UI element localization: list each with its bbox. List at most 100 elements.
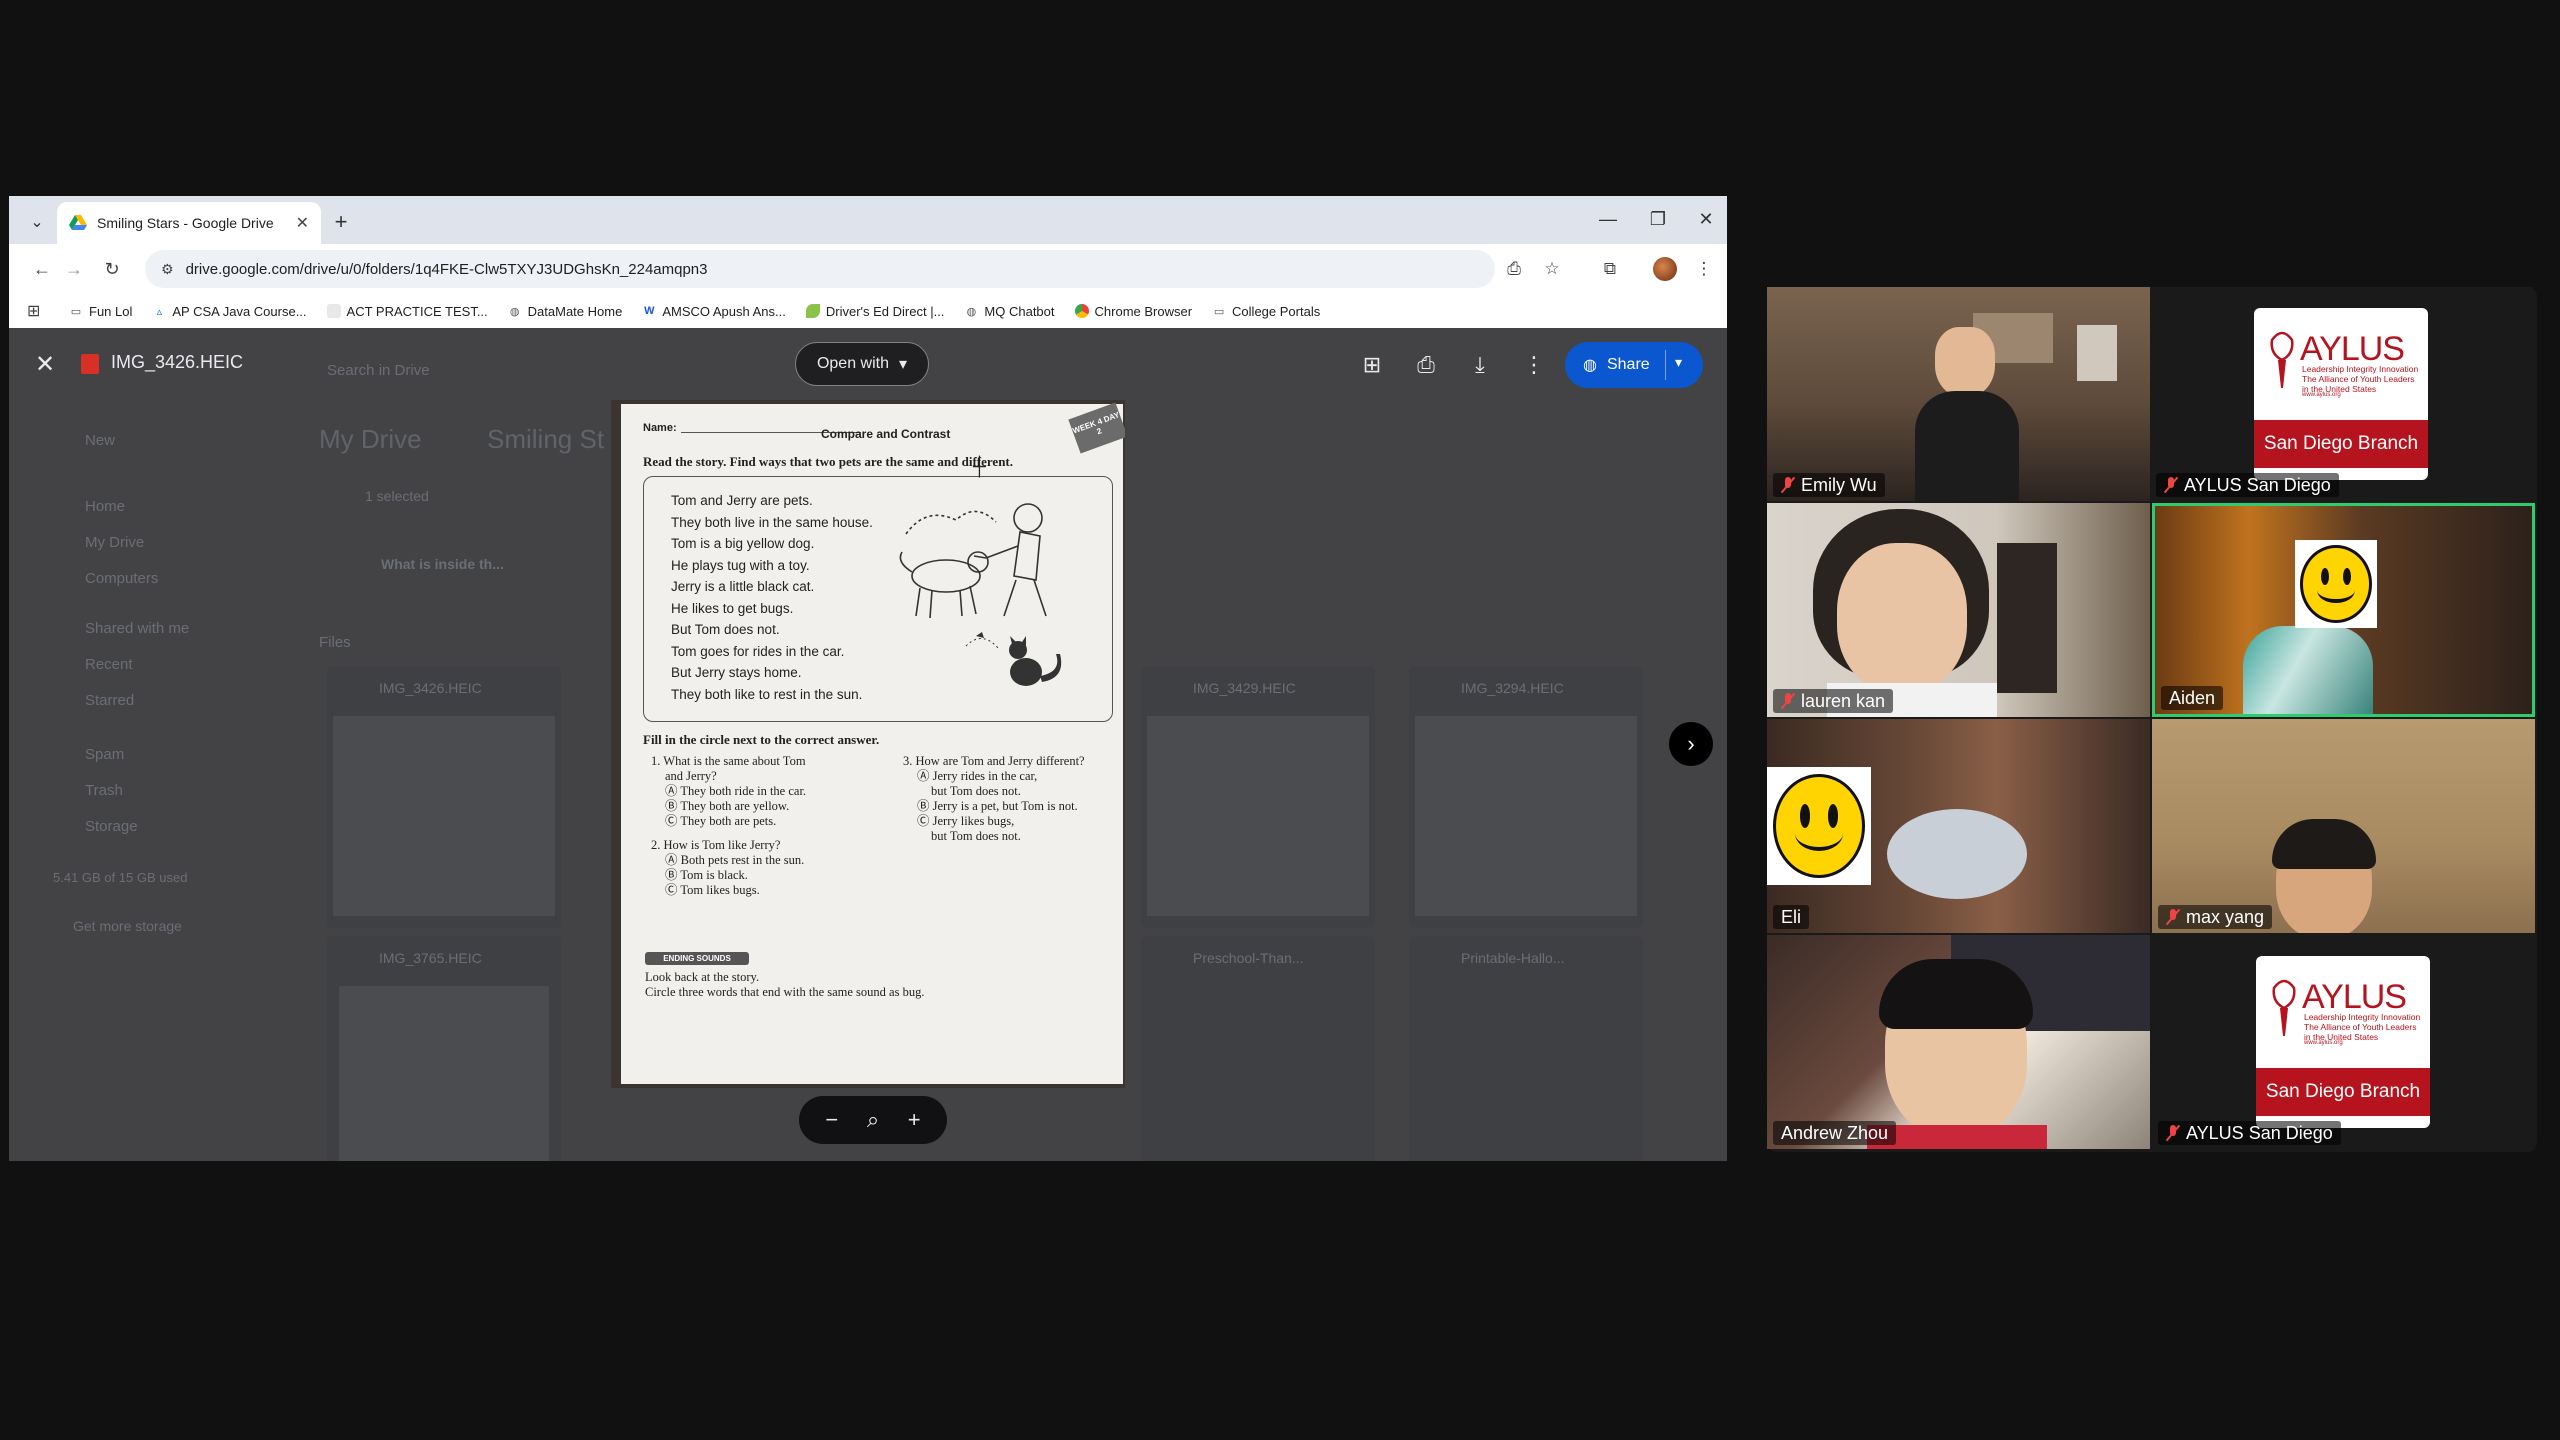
minimize-icon[interactable]: — xyxy=(1585,204,1631,234)
answer-option: but Tom does not. xyxy=(931,784,1021,798)
answer-option: Ⓒ Tom likes bugs. xyxy=(665,883,760,897)
close-tab-icon[interactable]: ✕ xyxy=(296,213,309,233)
nav-my-drive: My Drive xyxy=(85,534,145,551)
site-info-icon[interactable]: ⚙ xyxy=(161,261,174,278)
zoom-in-icon[interactable]: + xyxy=(908,1107,921,1133)
participant-hair xyxy=(2272,819,2376,869)
participant-tile[interactable]: lauren kan xyxy=(1767,503,2150,717)
answer-option: Ⓐ Jerry rides in the car, xyxy=(917,769,1038,783)
participant-body xyxy=(1887,809,2027,899)
bookmarks-bar: ⊞ ▭ Fun Lol ▵ AP CSA Java Course... ACT PR… xyxy=(9,294,1727,328)
next-file-icon[interactable]: › xyxy=(1669,722,1713,766)
story-line: Tom goes for rides in the car. xyxy=(671,643,845,659)
torch-logo-icon xyxy=(2272,979,2296,1036)
add-comment-icon[interactable]: ⊞ xyxy=(1357,350,1387,380)
install-app-icon[interactable]: ⎙ xyxy=(1501,256,1527,282)
answer-option: Ⓑ Jerry is a pet, but Tom is not. xyxy=(917,799,1078,813)
reload-icon[interactable]: ↻ xyxy=(99,256,125,282)
address-bar[interactable]: ⚙ drive.google.com/drive/u/0/folders/1q4… xyxy=(145,250,1495,288)
browser-menu-icon[interactable]: ⋮ xyxy=(1691,256,1717,282)
bookmark-star-icon[interactable]: ☆ xyxy=(1539,256,1565,282)
tab-strip: ⌄ Smiling Stars - Google Drive ✕ + — ❐ ✕ xyxy=(9,196,1727,244)
participant-name-tag: Andrew Zhou xyxy=(1773,1121,1897,1145)
question-text: 1. What is the same about Tom xyxy=(651,754,806,768)
worksheet-instruction: Read the story. Find ways that two pets … xyxy=(643,454,1013,469)
file-card-name: Printable-Hallo... xyxy=(1461,950,1565,966)
participant-name: Eli xyxy=(1781,906,1802,927)
participant-tile[interactable]: max yang xyxy=(2152,719,2535,933)
participant-tile[interactable]: Eli xyxy=(1767,719,2150,933)
share-label: Share xyxy=(1606,356,1650,373)
bookmark-item[interactable]: ACT PRACTICE TEST... xyxy=(326,304,488,319)
breadcrumb-folder: Smiling St xyxy=(487,424,605,454)
new-tab-icon[interactable]: + xyxy=(327,208,355,236)
background-picture-frame xyxy=(2077,325,2117,381)
doc-icon xyxy=(326,304,341,318)
new-button: New xyxy=(85,432,116,449)
bookmark-item[interactable]: ◍ MQ Chatbot xyxy=(964,304,1055,319)
google-drive-icon xyxy=(69,215,87,231)
url-text[interactable]: drive.google.com/drive/u/0/folders/1q4FK… xyxy=(186,261,1495,278)
bookmark-item[interactable]: W AMSCO Apush Ans... xyxy=(642,304,786,319)
nav-trash: Trash xyxy=(85,782,123,799)
answer-option: Ⓐ They both ride in the car. xyxy=(665,784,807,798)
drive-file-viewer: Search in Drive New Home My Drive Comput… xyxy=(9,328,1727,1161)
smiley-mouth xyxy=(1795,816,1843,852)
share-button[interactable]: ◍ Share ▾ xyxy=(1565,342,1703,388)
participant-tile[interactable]: Emily Wu xyxy=(1767,287,2150,501)
ending-sounds-banner: ENDING SOUNDS xyxy=(645,952,749,965)
globe-icon: ◍ xyxy=(966,305,977,318)
download-icon[interactable]: ⤓ xyxy=(1465,350,1495,380)
bookmark-item[interactable]: ▭ Fun Lol xyxy=(69,303,133,319)
tab-search-icon[interactable]: ⌄ xyxy=(23,208,51,236)
viewer-file-name: IMG_3426.HEIC xyxy=(111,352,244,372)
profile-avatar[interactable] xyxy=(1653,257,1677,281)
leaf-icon xyxy=(805,304,820,318)
forward-icon[interactable]: → xyxy=(61,256,87,282)
zoom-out-icon[interactable]: − xyxy=(825,1107,838,1133)
worksheet-name-label: Name: xyxy=(643,422,677,434)
participant-tile[interactable]: AYLUS Leadership Integrity Innovation Th… xyxy=(2152,935,2535,1149)
bookmark-label: Fun Lol xyxy=(89,303,133,319)
nav-home: Home xyxy=(85,498,126,515)
file-card-name: IMG_3426.HEIC xyxy=(379,680,482,696)
print-icon[interactable]: ⎙ xyxy=(1411,350,1441,380)
participant-name-tag: AYLUS San Diego xyxy=(2158,1121,2341,1145)
story-line: They both like to rest in the sun. xyxy=(671,686,863,702)
participant-name: Andrew Zhou xyxy=(1781,1122,1889,1143)
close-viewer-icon[interactable]: ✕ xyxy=(35,350,55,379)
bookmark-item[interactable]: ▵ AP CSA Java Course... xyxy=(152,304,307,319)
bookmark-item[interactable]: Chrome Browser xyxy=(1074,304,1192,319)
story-line: Tom is a big yellow dog. xyxy=(671,536,815,551)
video-gallery: Emily Wu AYLUS Leadership Integrity Inno… xyxy=(1767,287,2537,1152)
aylus-branch-band: San Diego Branch xyxy=(2256,1068,2430,1116)
apps-grid-icon[interactable]: ⊞ xyxy=(27,301,47,321)
zoom-icon[interactable]: ⌕ xyxy=(867,1107,879,1133)
week-badge: WEEK 4 DAY 2 xyxy=(1068,402,1125,454)
participant-name: AYLUS San Diego xyxy=(2184,474,2331,495)
participant-tile[interactable]: AYLUS Leadership Integrity Innovation Th… xyxy=(2150,287,2533,501)
share-dropdown-icon[interactable]: ▾ xyxy=(1675,354,1682,371)
nav-storage: Storage xyxy=(85,818,138,835)
bookmark-item[interactable]: ◍ DataMate Home xyxy=(508,304,622,319)
restore-icon[interactable]: ❐ xyxy=(1635,204,1681,234)
globe-icon: ◍ xyxy=(1583,357,1597,374)
bookmark-item[interactable]: ▭ College Portals xyxy=(1212,304,1320,319)
back-icon[interactable]: ← xyxy=(29,256,55,282)
bookmark-item[interactable]: Driver's Ed Direct |... xyxy=(805,304,944,319)
more-actions-icon[interactable]: ⋮ xyxy=(1519,350,1549,380)
story-line: He likes to get bugs. xyxy=(671,600,794,616)
file-card: Printable-Hallo... xyxy=(1409,936,1643,1161)
get-storage-button: Get more storage xyxy=(73,918,182,934)
participant-tile[interactable]: Andrew Zhou xyxy=(1767,935,2150,1149)
smiley-mouth xyxy=(2317,577,2355,603)
chrome-icon xyxy=(1074,304,1089,318)
participant-tile-active-speaker[interactable]: Aiden xyxy=(2152,503,2535,717)
tab-google-drive[interactable]: Smiling Stars - Google Drive ✕ xyxy=(57,202,321,244)
storage-text: 5.41 GB of 15 GB used xyxy=(53,870,188,885)
zoom-controls: − ⌕ + xyxy=(799,1096,947,1144)
extensions-icon[interactable]: ⧉ xyxy=(1597,256,1623,282)
open-with-button[interactable]: Open with ▾ xyxy=(795,342,929,386)
close-window-icon[interactable]: ✕ xyxy=(1683,204,1727,234)
selection-count: 1 selected xyxy=(365,488,429,504)
